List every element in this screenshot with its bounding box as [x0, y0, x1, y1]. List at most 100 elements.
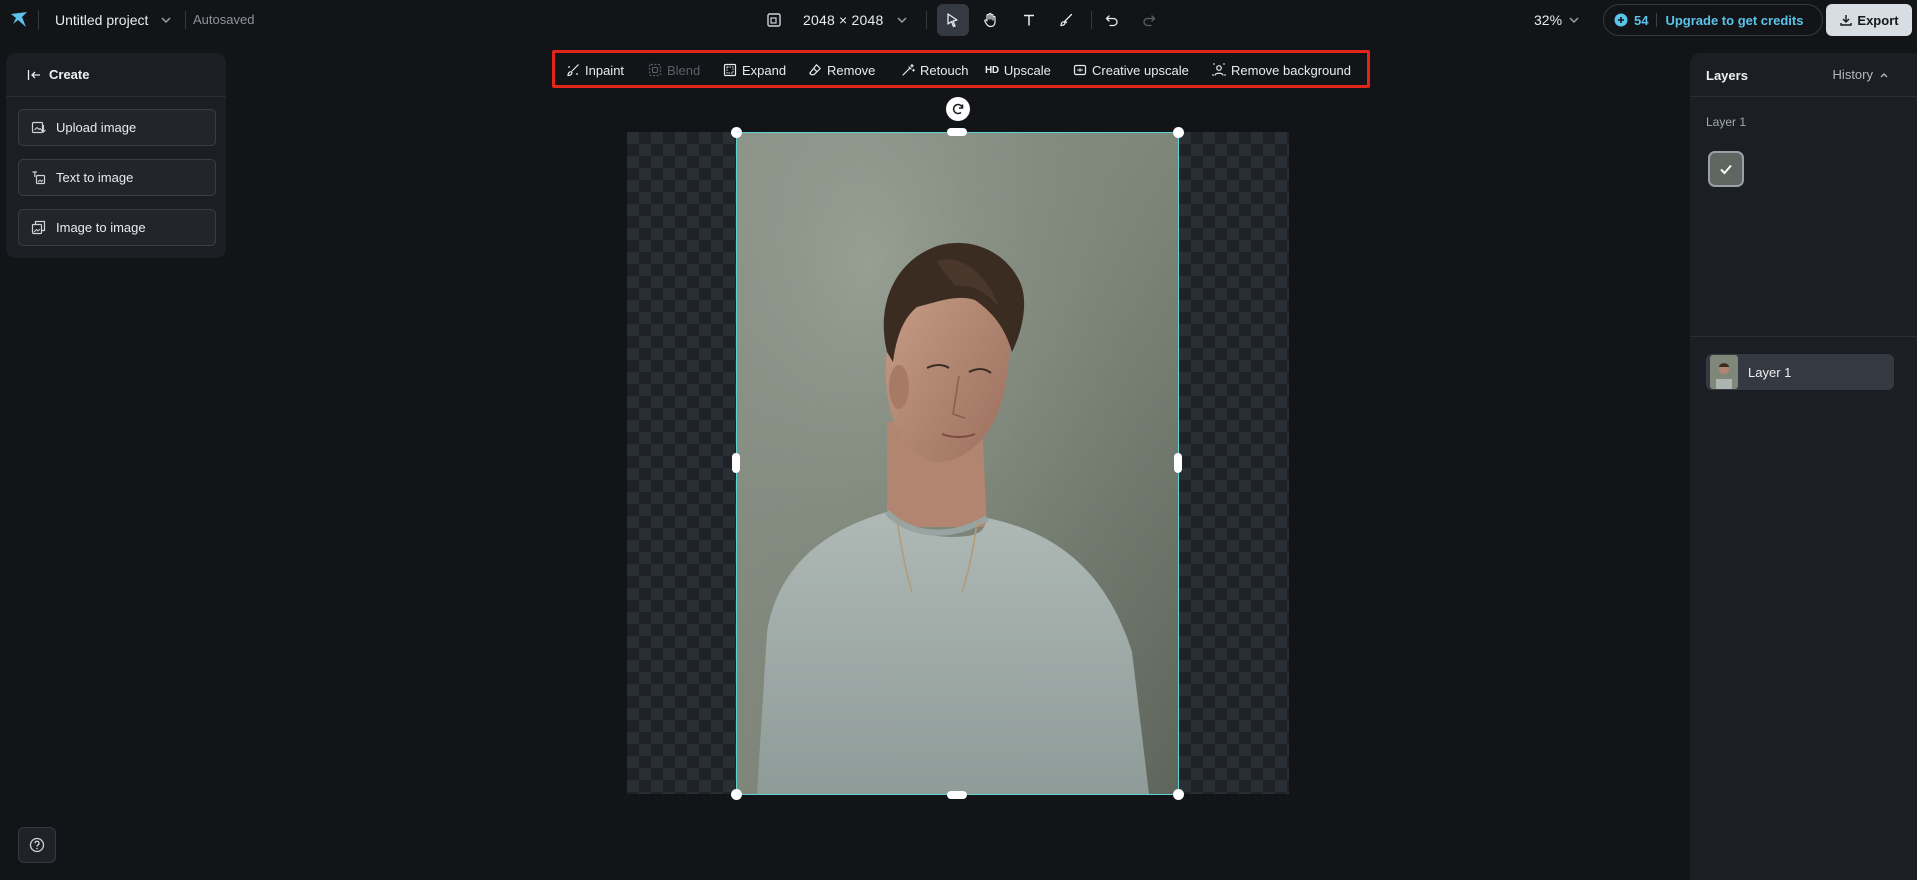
layer-thumbnail	[1710, 355, 1738, 389]
text-to-image-label: Text to image	[56, 170, 134, 185]
export-button[interactable]: Export	[1826, 4, 1912, 36]
inpaint-label: Inpaint	[585, 62, 625, 78]
rotate-handle[interactable]	[946, 97, 970, 121]
canvas-size[interactable]: 2048 × 2048	[803, 12, 883, 28]
layer-section-label: Layer 1	[1706, 115, 1747, 129]
hand-tool-button[interactable]	[974, 4, 1006, 36]
create-panel-header[interactable]: Create	[6, 53, 226, 97]
hd-icon: HD	[985, 64, 999, 76]
layers-panel: Layers History Layer 1 Layer 1	[1690, 53, 1917, 880]
retouch-button[interactable]: Retouch	[901, 62, 968, 78]
divider	[1091, 11, 1092, 29]
divider	[38, 10, 39, 30]
checkmark-icon	[1720, 164, 1732, 175]
text-to-image-icon	[32, 171, 46, 185]
hand-icon	[984, 12, 996, 28]
plus-circle-icon	[1614, 13, 1628, 27]
brush-icon	[1060, 13, 1073, 27]
remove-button[interactable]: Remove	[808, 62, 875, 78]
export-label: Export	[1857, 12, 1899, 28]
edit-toolbar: Inpaint Blend Expand Remove Retouch HD U…	[552, 50, 1370, 88]
inpaint-icon	[567, 64, 579, 77]
resize-handle-left[interactable]	[732, 453, 740, 473]
inpaint-button[interactable]: Inpaint	[566, 62, 624, 78]
create-panel: Create Upload image Text to image Image …	[6, 53, 226, 258]
resize-handle-bottom-left[interactable]	[731, 789, 742, 800]
app-logo-icon[interactable]	[10, 11, 28, 29]
blend-label: Blend	[667, 62, 701, 78]
upload-image-icon	[31, 121, 46, 134]
remove-background-label: Remove background	[1231, 62, 1351, 78]
credits-pill[interactable]: 54 Upgrade to get credits	[1603, 4, 1823, 36]
expand-label: Expand	[742, 62, 787, 78]
upload-image-label: Upload image	[56, 120, 137, 135]
divider	[926, 11, 927, 29]
text-tool-button[interactable]	[1013, 4, 1045, 36]
layer-preview-thumbnail[interactable]	[1708, 151, 1744, 187]
divider	[185, 11, 186, 29]
layer-row[interactable]: Layer 1	[1706, 354, 1894, 390]
upload-image-button[interactable]: Upload image	[18, 109, 216, 146]
remove-background-button[interactable]: Remove background	[1212, 62, 1351, 78]
zoom-level[interactable]: 32%	[1534, 12, 1562, 28]
expand-icon	[723, 63, 737, 77]
resize-handle-top[interactable]	[947, 128, 967, 136]
canvas-size-icon[interactable]	[766, 12, 782, 28]
credits-count: 54	[1634, 12, 1649, 28]
redo-button[interactable]	[1133, 4, 1165, 36]
undo-icon	[1105, 15, 1118, 27]
divider	[1690, 336, 1917, 337]
creative-upscale-icon	[1073, 64, 1087, 76]
chevron-up-icon	[1880, 72, 1888, 77]
chevron-down-icon[interactable]	[160, 14, 172, 26]
resize-handle-bottom-right[interactable]	[1173, 789, 1184, 800]
redo-icon	[1143, 15, 1156, 27]
chevron-down-icon[interactable]	[1568, 14, 1580, 26]
portrait-image[interactable]	[737, 132, 1178, 794]
resize-handle-top-left[interactable]	[731, 127, 742, 138]
cursor-icon	[947, 13, 958, 28]
rotate-icon	[952, 103, 964, 115]
image-to-image-label: Image to image	[56, 220, 146, 235]
brush-tool-button[interactable]	[1050, 4, 1082, 36]
create-panel-title: Create	[49, 67, 90, 82]
chevron-down-icon[interactable]	[896, 14, 908, 26]
blend-button[interactable]: Blend	[648, 62, 700, 78]
upscale-button[interactable]: HD Upscale	[985, 62, 1051, 78]
back-arrow-icon	[27, 69, 40, 80]
history-toggle[interactable]: History	[1833, 67, 1889, 82]
text-icon	[1024, 14, 1034, 26]
layers-panel-header: Layers History	[1690, 53, 1917, 97]
expand-button[interactable]: Expand	[723, 62, 786, 78]
download-icon	[1840, 15, 1853, 26]
top-bar: Untitled project Autosaved 2048 × 2048 3…	[0, 0, 1917, 40]
project-title[interactable]: Untitled project	[55, 12, 148, 28]
help-button[interactable]	[18, 827, 56, 863]
retouch-label: Retouch	[920, 62, 969, 78]
resize-handle-top-right[interactable]	[1173, 127, 1184, 138]
resize-handle-bottom[interactable]	[947, 791, 967, 799]
image-to-image-button[interactable]: Image to image	[18, 209, 216, 246]
save-status: Autosaved	[193, 12, 255, 27]
help-icon	[29, 837, 45, 853]
resize-handle-right[interactable]	[1174, 453, 1182, 473]
text-to-image-button[interactable]: Text to image	[18, 159, 216, 196]
image-to-image-icon	[31, 220, 46, 235]
select-tool-button[interactable]	[937, 4, 969, 36]
creative-upscale-label: Creative upscale	[1092, 62, 1189, 78]
upgrade-link[interactable]: Upgrade to get credits	[1665, 13, 1803, 28]
portrait-image-drawing	[737, 132, 1178, 794]
upscale-label: Upscale	[1003, 62, 1051, 78]
blend-icon	[648, 63, 662, 77]
layer-thumbnail-drawing	[1710, 355, 1738, 389]
divider	[1656, 13, 1658, 27]
remove-label: Remove	[827, 62, 876, 78]
remove-background-icon	[1212, 63, 1226, 76]
layer-name: Layer 1	[1748, 364, 1792, 380]
retouch-icon	[902, 63, 915, 76]
history-label: History	[1832, 67, 1873, 82]
creative-upscale-button[interactable]: Creative upscale	[1073, 62, 1189, 78]
layers-title: Layers	[1706, 68, 1748, 83]
eraser-icon	[809, 64, 821, 76]
undo-button[interactable]	[1096, 4, 1128, 36]
